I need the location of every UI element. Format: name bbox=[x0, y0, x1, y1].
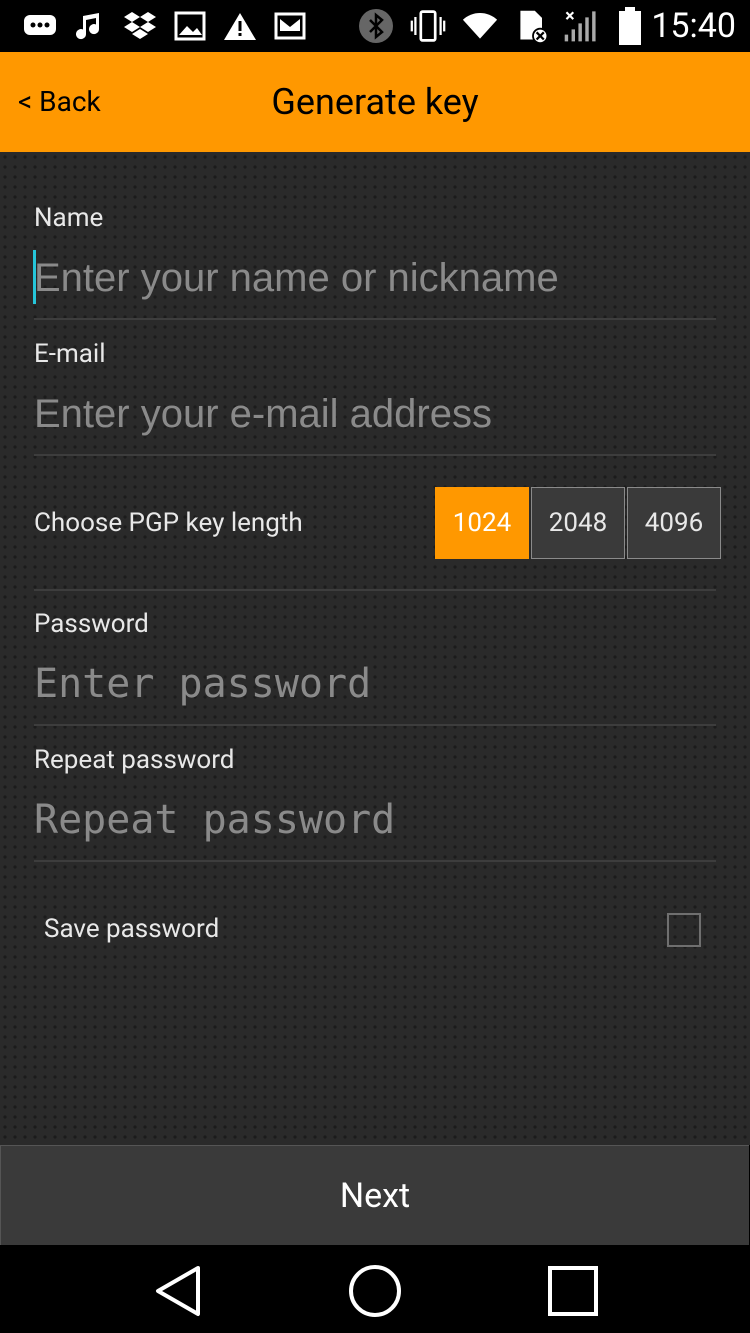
key-length-option-4096[interactable]: 4096 bbox=[627, 487, 721, 559]
navigation-bar bbox=[0, 1245, 750, 1333]
home-nav-icon[interactable] bbox=[347, 1263, 403, 1319]
key-length-selector: 1024 2048 4096 bbox=[435, 487, 721, 559]
sim-icon bbox=[515, 8, 551, 44]
page-title: Generate key bbox=[271, 81, 479, 123]
signal-icon bbox=[563, 8, 599, 44]
repeat-password-input[interactable] bbox=[34, 790, 716, 850]
vibrate-icon bbox=[410, 8, 446, 44]
divider bbox=[34, 454, 716, 456]
divider bbox=[34, 589, 716, 591]
wifi-icon bbox=[462, 8, 498, 44]
repeat-password-label: Repeat password bbox=[34, 745, 235, 775]
back-nav-icon[interactable] bbox=[150, 1263, 206, 1319]
battery-icon bbox=[612, 7, 648, 45]
password-input[interactable] bbox=[34, 654, 716, 714]
divider bbox=[34, 860, 716, 862]
status-time: 15:40 bbox=[651, 6, 736, 46]
email-input[interactable] bbox=[34, 384, 716, 444]
key-length-option-1024[interactable]: 1024 bbox=[435, 487, 529, 559]
dropbox-icon bbox=[122, 8, 158, 44]
password-label: Password bbox=[34, 609, 149, 639]
divider bbox=[34, 724, 716, 726]
name-input[interactable] bbox=[34, 248, 716, 308]
form-container: Name E-mail Choose PGP key length 1024 2… bbox=[0, 152, 750, 1145]
key-length-label: Choose PGP key length bbox=[34, 508, 303, 538]
recents-nav-icon[interactable] bbox=[545, 1263, 601, 1319]
status-bar: 15:40 bbox=[0, 0, 750, 52]
email-label: E-mail bbox=[34, 339, 106, 369]
mail-icon bbox=[272, 8, 308, 44]
key-length-option-2048[interactable]: 2048 bbox=[531, 487, 625, 559]
image-icon bbox=[172, 8, 208, 44]
name-label: Name bbox=[34, 203, 104, 233]
next-button[interactable]: Next bbox=[0, 1145, 749, 1246]
music-icon bbox=[72, 8, 108, 44]
message-icon bbox=[22, 8, 58, 44]
save-password-label: Save password bbox=[44, 914, 220, 944]
bluetooth-icon bbox=[358, 8, 394, 44]
warning-icon bbox=[222, 8, 258, 44]
app-bar: < Back Generate key bbox=[0, 52, 750, 152]
divider bbox=[34, 318, 716, 320]
save-password-checkbox[interactable] bbox=[667, 913, 701, 947]
